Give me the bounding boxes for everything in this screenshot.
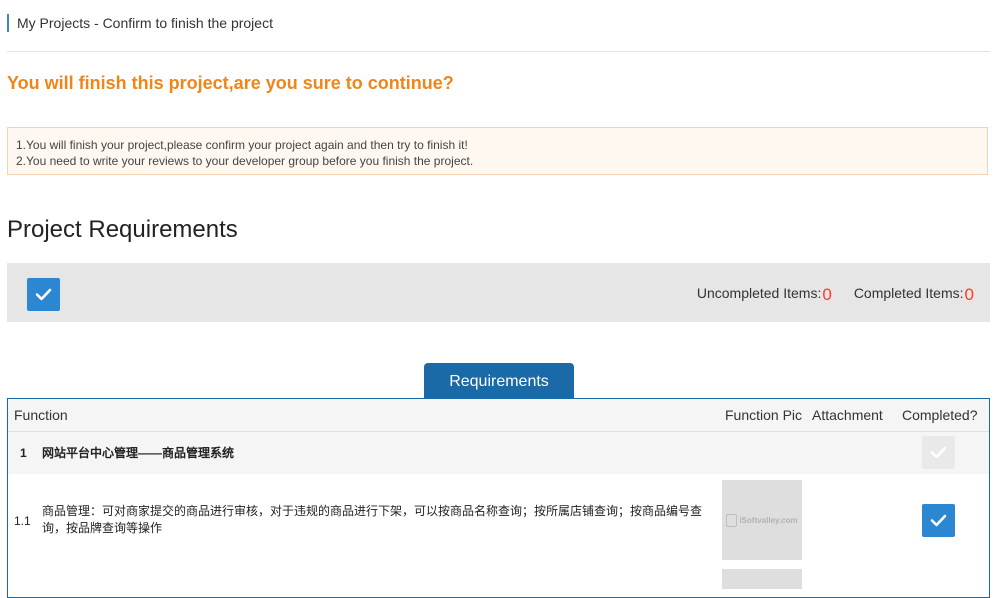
requirements-summary-bar: Uncompleted Items:0 Completed Items:0 [7, 263, 990, 322]
notice-line-1: 1.You will finish your project,please co… [16, 138, 468, 152]
row-index: 1 [20, 446, 27, 460]
uncompleted-count: 0 [822, 285, 832, 304]
check-icon [35, 288, 52, 301]
header-function-pic: Function Pic [725, 407, 803, 423]
uncompleted-label: Uncompleted Items: [696, 285, 822, 301]
header-function: Function [14, 407, 68, 423]
row-index: 1.1 [14, 514, 31, 528]
completed-label: Completed Items: [853, 285, 964, 301]
divider [7, 51, 990, 52]
breadcrumb: My Projects - Confirm to finish the proj… [7, 14, 273, 32]
logo-mark-icon [726, 513, 738, 527]
watermark-logo: iSoftvalley.com [726, 513, 798, 527]
select-all-checkbox[interactable] [27, 278, 60, 311]
row-function: 网站平台中心管理——商品管理系统 [42, 446, 235, 460]
row-completed-checkbox[interactable] [922, 436, 955, 469]
item-counts: Uncompleted Items:0 Completed Items:0 [697, 283, 974, 305]
header-attachment: Attachment [812, 407, 883, 423]
check-icon [930, 446, 947, 459]
tab-requirements[interactable]: Requirements [424, 363, 574, 398]
notice-box: 1.You will finish your project,please co… [7, 127, 988, 175]
function-pic-thumbnail-partial [722, 569, 802, 589]
completed-count: 0 [964, 285, 974, 304]
check-icon [930, 514, 947, 527]
table-header: Function Function Pic Attachment Complet… [8, 399, 989, 432]
notice-line-2: 2.You need to write your reviews to your… [16, 154, 474, 168]
section-title: Project Requirements [7, 216, 238, 243]
function-pic-thumbnail[interactable]: iSoftvalley.com [722, 480, 802, 560]
confirm-title: You will finish this project,are you sur… [7, 73, 454, 93]
requirements-table: Function Function Pic Attachment Complet… [7, 398, 990, 598]
table-row: 1.1 商品管理：可对商家提交的商品进行审核，对于违规的商品进行下架，可以按商品… [8, 474, 989, 589]
row-function: 商品管理：可对商家提交的商品进行审核，对于违规的商品进行下架，可以按商品名称查询… [42, 504, 703, 535]
header-completed: Completed? [902, 407, 978, 423]
watermark-text: iSoftvalley.com [739, 515, 798, 525]
row-completed-checkbox[interactable] [922, 504, 955, 537]
table-row: 1 网站平台中心管理——商品管理系统 [8, 432, 989, 474]
